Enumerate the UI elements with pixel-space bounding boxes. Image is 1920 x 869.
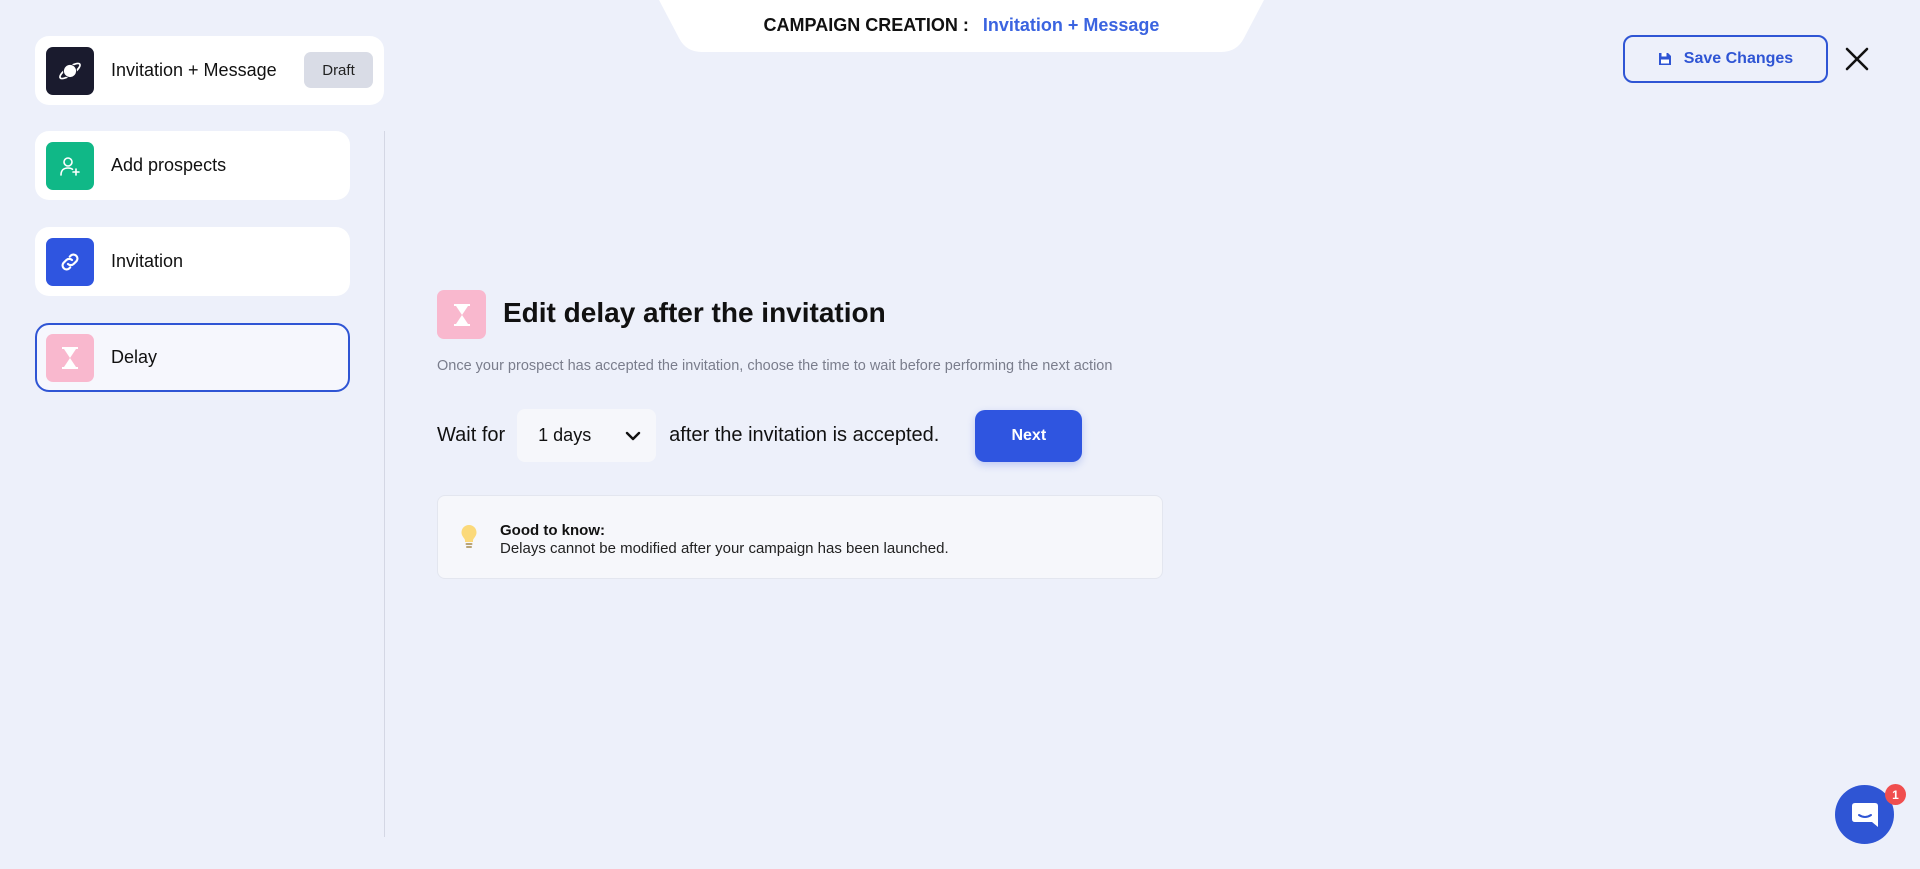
info-body: Delays cannot be modified after your cam…: [500, 540, 949, 557]
link-icon: [46, 237, 94, 286]
add-user-icon: [46, 141, 94, 190]
campaign-creation-label: CAMPAIGN CREATION :: [763, 14, 969, 35]
sidebar-item-campaign[interactable]: Invitation + Message Draft: [35, 36, 384, 105]
next-button[interactable]: Next: [975, 409, 1083, 462]
sidebar-item-label: Invitation + Message: [111, 60, 277, 80]
sidebar-item-delay[interactable]: Delay: [35, 323, 350, 392]
sidebar-divider: [384, 131, 385, 837]
save-changes-label: Save Changes: [1683, 50, 1794, 67]
save-changes-button[interactable]: Save Changes: [1623, 35, 1828, 83]
wait-prefix-label: Wait for: [437, 424, 506, 446]
chat-icon: [1851, 802, 1878, 827]
close-icon[interactable]: [1843, 45, 1871, 73]
sidebar-item-label: Invitation: [111, 251, 184, 271]
hourglass-icon: [437, 290, 486, 339]
planet-icon: [46, 46, 94, 95]
delay-select-value: 1 days: [538, 425, 592, 445]
chevron-down-icon: [625, 431, 641, 440]
status-badge: Draft: [304, 52, 373, 88]
good-to-know-box: Good to know: Delays cannot be modified …: [437, 495, 1163, 579]
floppy-disk-icon: [1658, 53, 1671, 65]
hourglass-icon: [46, 333, 94, 382]
delay-settings-row: Wait for 1 days after the invitation is …: [437, 409, 1083, 462]
delay-select[interactable]: 1 days: [517, 409, 657, 462]
wait-suffix-label: after the invitation is accepted.: [669, 424, 940, 446]
sidebar-item-label: Delay: [111, 347, 158, 367]
sidebar-item-invitation[interactable]: Invitation: [35, 227, 350, 296]
page-title: Edit delay after the invitation: [503, 297, 886, 328]
notification-badge: 1: [1885, 784, 1906, 805]
campaign-name[interactable]: Invitation + Message: [983, 15, 1160, 36]
page-subtitle: Once your prospect has accepted the invi…: [437, 358, 1113, 374]
info-title: Good to know:: [500, 522, 605, 539]
campaign-header-tab: CAMPAIGN CREATION : Invitation + Message: [659, 0, 1264, 52]
lightbulb-icon: [461, 525, 477, 548]
sidebar-item-label: Add prospects: [111, 155, 227, 175]
sidebar-item-add-prospects[interactable]: Add prospects: [35, 131, 350, 200]
